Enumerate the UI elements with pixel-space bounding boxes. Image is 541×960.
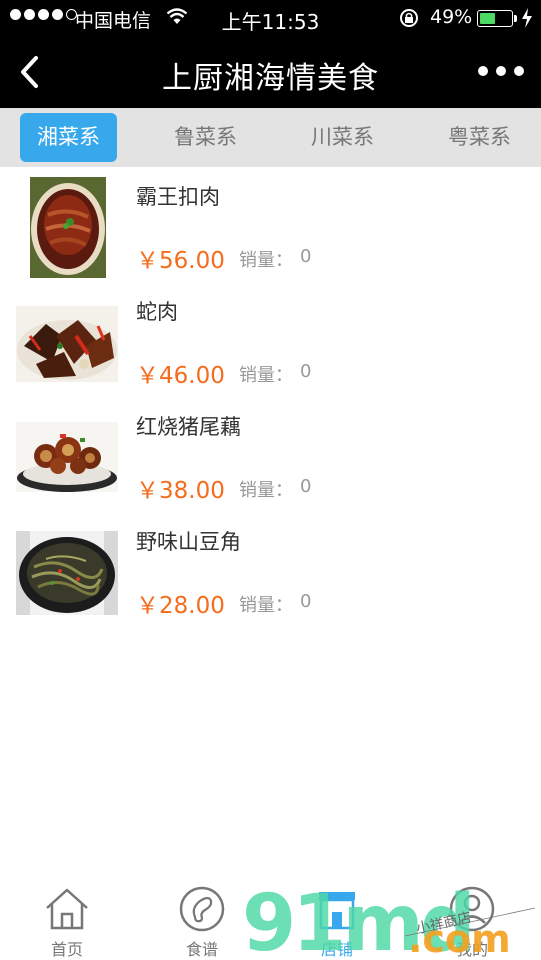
product-price: ￥46.00: [136, 363, 225, 389]
product-image: [30, 177, 106, 282]
tab-profile-label: 我的: [455, 940, 488, 959]
sales-value: 0: [300, 246, 312, 267]
rotation-lock-icon: [398, 7, 420, 34]
category-tabs: 湘菜系 鲁菜系 川菜系 粤菜系: [0, 108, 541, 167]
tab-hunan[interactable]: 湘菜系: [20, 113, 117, 162]
tab-recipe-label: 食谱: [185, 940, 218, 959]
battery-cap: [514, 15, 517, 22]
nav-bar: 上厨湘海情美食: [0, 36, 541, 108]
product-image: [16, 531, 118, 619]
product-price: ￥38.00: [136, 478, 225, 504]
battery-percent: 49%: [430, 6, 473, 28]
sales-label: 销量：: [239, 480, 293, 501]
product-item[interactable]: 蛇肉 ￥46.00 销量： 0: [0, 282, 541, 397]
product-price: ￥56.00: [136, 248, 225, 274]
product-name: 野味山豆角: [136, 530, 241, 554]
product-item[interactable]: 红烧猪尾藕 ￥38.00 销量： 0: [0, 397, 541, 512]
product-name: 霸王扣肉: [136, 185, 220, 209]
product-image: [16, 306, 118, 386]
tab-cantonese[interactable]: 粤菜系: [431, 113, 528, 162]
tab-home-label: 首页: [50, 940, 83, 959]
recipe-icon: [179, 886, 225, 932]
sales-label: 销量：: [239, 250, 293, 271]
sales-value: 0: [300, 361, 312, 382]
battery-icon: [477, 10, 513, 27]
tab-shop-label: 店铺: [320, 940, 353, 959]
tab-sichuan[interactable]: 川菜系: [294, 113, 391, 162]
product-name: 蛇肉: [136, 300, 178, 324]
tab-shandong[interactable]: 鲁菜系: [157, 113, 254, 162]
product-item[interactable]: 霸王扣肉 ￥56.00 销量： 0: [0, 167, 541, 282]
product-price: ￥28.00: [136, 593, 225, 619]
sales-label: 销量：: [239, 365, 293, 386]
charging-icon: [521, 7, 533, 34]
product-image: [16, 422, 118, 496]
product-item[interactable]: 野味山豆角 ￥28.00 销量： 0: [0, 512, 541, 627]
tab-profile[interactable]: 我的: [422, 886, 522, 960]
more-dots-icon[interactable]: [478, 66, 524, 76]
page-title: 上厨湘海情美食: [162, 61, 379, 96]
sales-value: 0: [300, 476, 312, 497]
tab-recipe[interactable]: 食谱: [152, 886, 252, 960]
sales-value: 0: [300, 591, 312, 612]
profile-icon: [449, 886, 495, 932]
status-bar: 中国电信 上午11:53 49%: [0, 0, 541, 36]
shop-icon: [319, 892, 355, 930]
product-name: 红烧猪尾藕: [136, 415, 241, 439]
home-icon: [46, 888, 88, 930]
sales-label: 销量：: [239, 595, 293, 616]
bottom-tab-bar: 首页 食谱 店铺 我的: [0, 880, 541, 960]
tab-home[interactable]: 首页: [17, 886, 117, 960]
tab-shop[interactable]: 店铺: [287, 886, 387, 960]
